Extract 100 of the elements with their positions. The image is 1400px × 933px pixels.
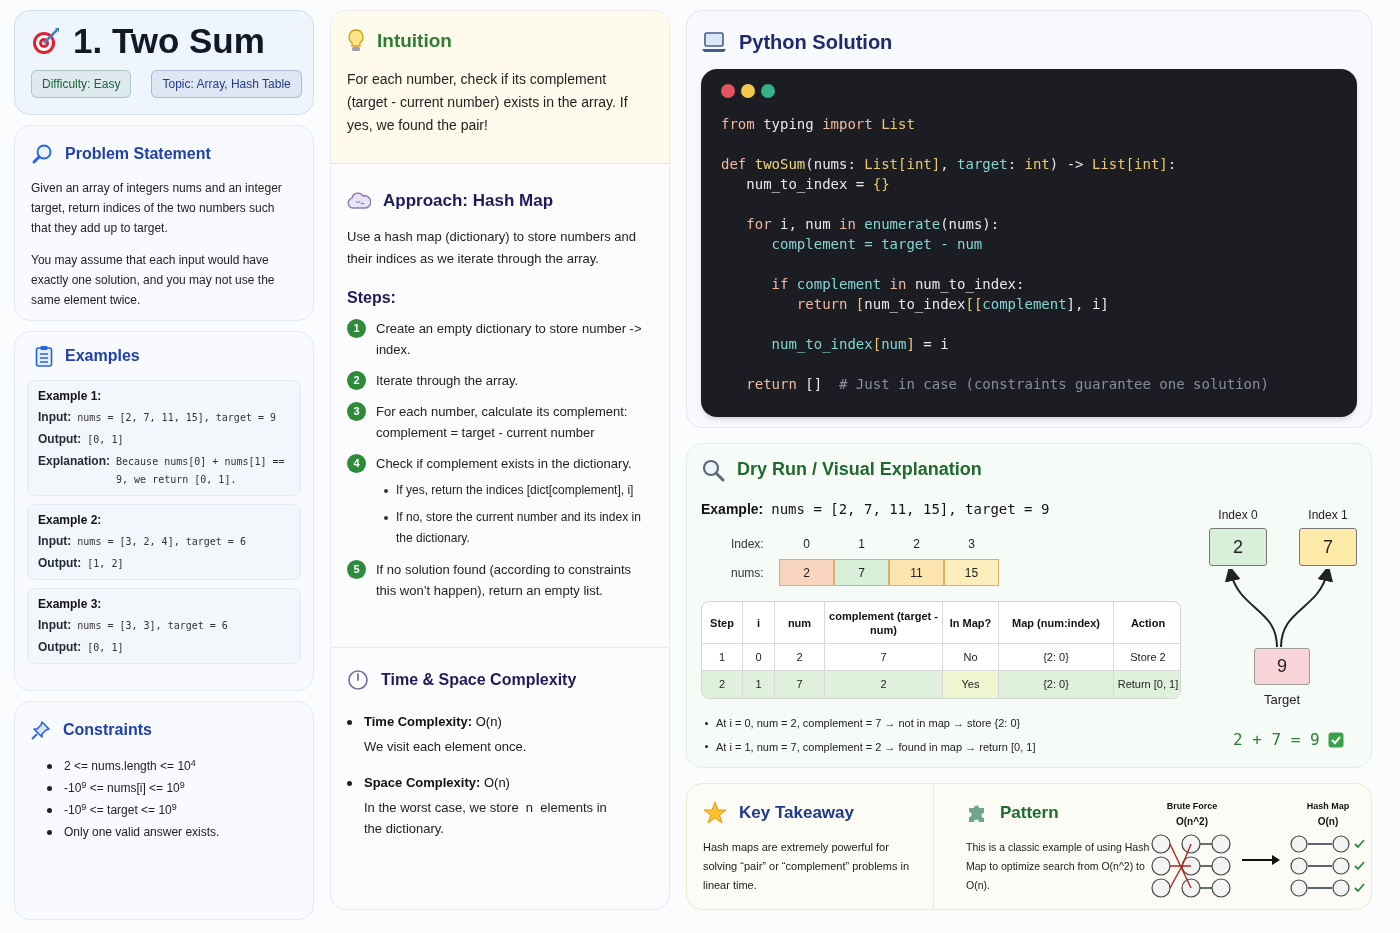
bullet <box>47 829 52 835</box>
paragraph: You may assume that each input would have exactly one solution, and you may not use the same element twice. <box>31 252 276 309</box>
code-line: from typing import List <box>721 115 915 134</box>
field-label: Output: <box>38 555 82 572</box>
section-heading: Dry Run / Visual Explanation <box>737 458 982 481</box>
example-title: Example 2: <box>38 512 103 529</box>
target-box: 9 <box>1254 648 1310 685</box>
section-heading: Python Solution <box>739 30 893 55</box>
example-value: nums = [2, 7, 11, 15], target = 9 <box>771 500 1050 519</box>
field-value: nums = [2, 7, 11, 15], target = 9 <box>77 411 276 425</box>
diagram-label: Hash Map <box>1306 800 1350 813</box>
star-icon <box>703 800 727 825</box>
array-cell: 11 <box>889 559 944 586</box>
bullet <box>347 781 352 786</box>
laptop-icon <box>701 31 727 53</box>
step-number: 1 <box>347 318 366 338</box>
paragraph: This is a classic example of using Hash Map to optimize search from O(n^2) to O(n). <box>966 839 1151 893</box>
field-label: Output: <box>38 431 82 448</box>
code-line: num_to_index = {} <box>745 175 890 194</box>
value-box: 7 <box>1299 528 1357 566</box>
paragraph: Given an array of integers nums and an integer target, return indices of the two numbers such that they add up to target. <box>31 180 283 237</box>
tag: Topic: Array, Hash Table <box>151 70 302 98</box>
note-text: At i = 1, num = 7, complement = 2 → found in map → return [0, 1] <box>716 739 1036 755</box>
code-line: return [num_to_index[[complement], i] <box>795 295 1109 314</box>
example-label: Example: <box>701 500 764 519</box>
example-title: Example 1: <box>38 388 103 405</box>
step-number: 3 <box>347 401 366 421</box>
array-cell: 2 <box>779 559 834 586</box>
arrow-icon <box>1241 854 1281 866</box>
field-label: Input: <box>38 617 72 634</box>
constraint-item: 2 <= nums.length <= 10$^{4}$ <box>64 758 196 774</box>
column-header: num <box>774 602 824 644</box>
clock-icon <box>347 669 369 691</box>
table-cell: 2 <box>824 671 942 698</box>
index-label: 2 <box>912 536 921 553</box>
table-cell: Return [0, 1] <box>1113 671 1180 698</box>
check-icon <box>1327 732 1344 748</box>
column-header: complement (target - num) <box>824 602 942 644</box>
field-label: Output: <box>38 639 82 656</box>
table-cell: Yes <box>942 671 998 698</box>
step-text: If yes, return the indices [dict[complement], i] <box>396 481 634 499</box>
step-number: 4 <box>347 453 366 473</box>
section-heading: Examples <box>65 346 140 366</box>
bullet <box>347 720 352 725</box>
column-header: i <box>742 602 774 644</box>
field-value: [0, 1] <box>87 433 124 447</box>
code-line: num_to_index[num] = i <box>770 335 949 354</box>
field-label: Input: <box>38 409 72 426</box>
step-text: Iterate through the array. <box>376 371 519 390</box>
complexity-title: Time Complexity: O(n) <box>364 713 503 731</box>
field-label: Input: <box>38 533 72 550</box>
table-cell: 7 <box>774 671 824 698</box>
constraint-item: -10$^{9}$ <= target <= 10$^{9}$ <box>64 802 177 818</box>
complexity-note: We visit each element once. <box>364 738 528 756</box>
column-header: Action <box>1113 602 1180 644</box>
field-label: Explanation: <box>38 453 110 470</box>
bullet <box>47 785 52 791</box>
array-cell: 15 <box>944 559 999 586</box>
code-line: for i, num in enumerate(nums): <box>745 215 1000 234</box>
column-header: Step <box>702 602 742 644</box>
bullet <box>705 745 708 749</box>
box-label: Target <box>1262 691 1302 709</box>
index-label: 3 <box>967 536 976 553</box>
table-cell: {2: 0} <box>998 671 1113 698</box>
paragraph: For each number, check if its complement (target - current number) exists in the array. If yes, we found the pair! <box>347 69 629 135</box>
complexity-note: In the worst case, we store n elements in the dictionary. <box>364 799 608 838</box>
section-heading: Approach: Hash Map <box>383 190 554 212</box>
paragraph: Hash maps are extremely powerful for solving “pair” or “complement” problems in linear time. <box>703 839 910 893</box>
code-line: return [] # Just in case (constraints guarantee one solution) <box>745 375 1269 394</box>
step-text: If no solution found (according to constraints this won’t happen), return an empty list. <box>376 560 633 600</box>
pushpin-icon <box>31 720 51 740</box>
value-box: 2 <box>1209 528 1267 566</box>
tag: Difficulty: Easy <box>31 70 132 98</box>
array-cell: 7 <box>834 559 889 586</box>
column-header: Map (num:index) <box>998 602 1113 644</box>
box-label: Index 0 <box>1217 507 1259 524</box>
code-line: def twoSum(nums: List[int], target: int) -> List[int]: <box>721 155 1177 174</box>
steps-heading: Steps: <box>347 287 397 308</box>
step-text: If no, store the current number and its index in the dictionary. <box>396 508 642 547</box>
target-icon <box>31 25 61 56</box>
bullet <box>384 488 388 493</box>
step-text: For each number, calculate its complement: <box>376 402 628 421</box>
step-text: complement = target - current number <box>376 423 596 442</box>
magnifier-icon <box>31 143 53 165</box>
field-value: [0, 1] <box>87 641 124 655</box>
page-title: 1. Two Sum <box>73 23 265 58</box>
index-label: 0 <box>802 536 811 553</box>
table-cell: 2 <box>702 671 742 698</box>
complexity-title: Space Complexity: O(n) <box>364 774 511 792</box>
column-header: In Map? <box>942 602 998 644</box>
bullet <box>705 721 708 725</box>
note-text: At i = 0, num = 2, complement = 7 → not in map → store {2: 0} <box>716 716 1021 731</box>
section-heading: Intuition <box>377 29 452 53</box>
equation: 2 + 7 = 9 <box>1233 729 1320 751</box>
step-text: Create an empty dictionary to store number -> index. <box>376 319 643 359</box>
constraint-item: Only one valid answer exists. <box>64 824 220 840</box>
row-label: Index: <box>730 536 765 553</box>
section-heading: Problem Statement <box>65 144 211 164</box>
diagram-label: O(n) <box>1317 814 1339 829</box>
code-line: complement = target - num <box>770 235 983 254</box>
